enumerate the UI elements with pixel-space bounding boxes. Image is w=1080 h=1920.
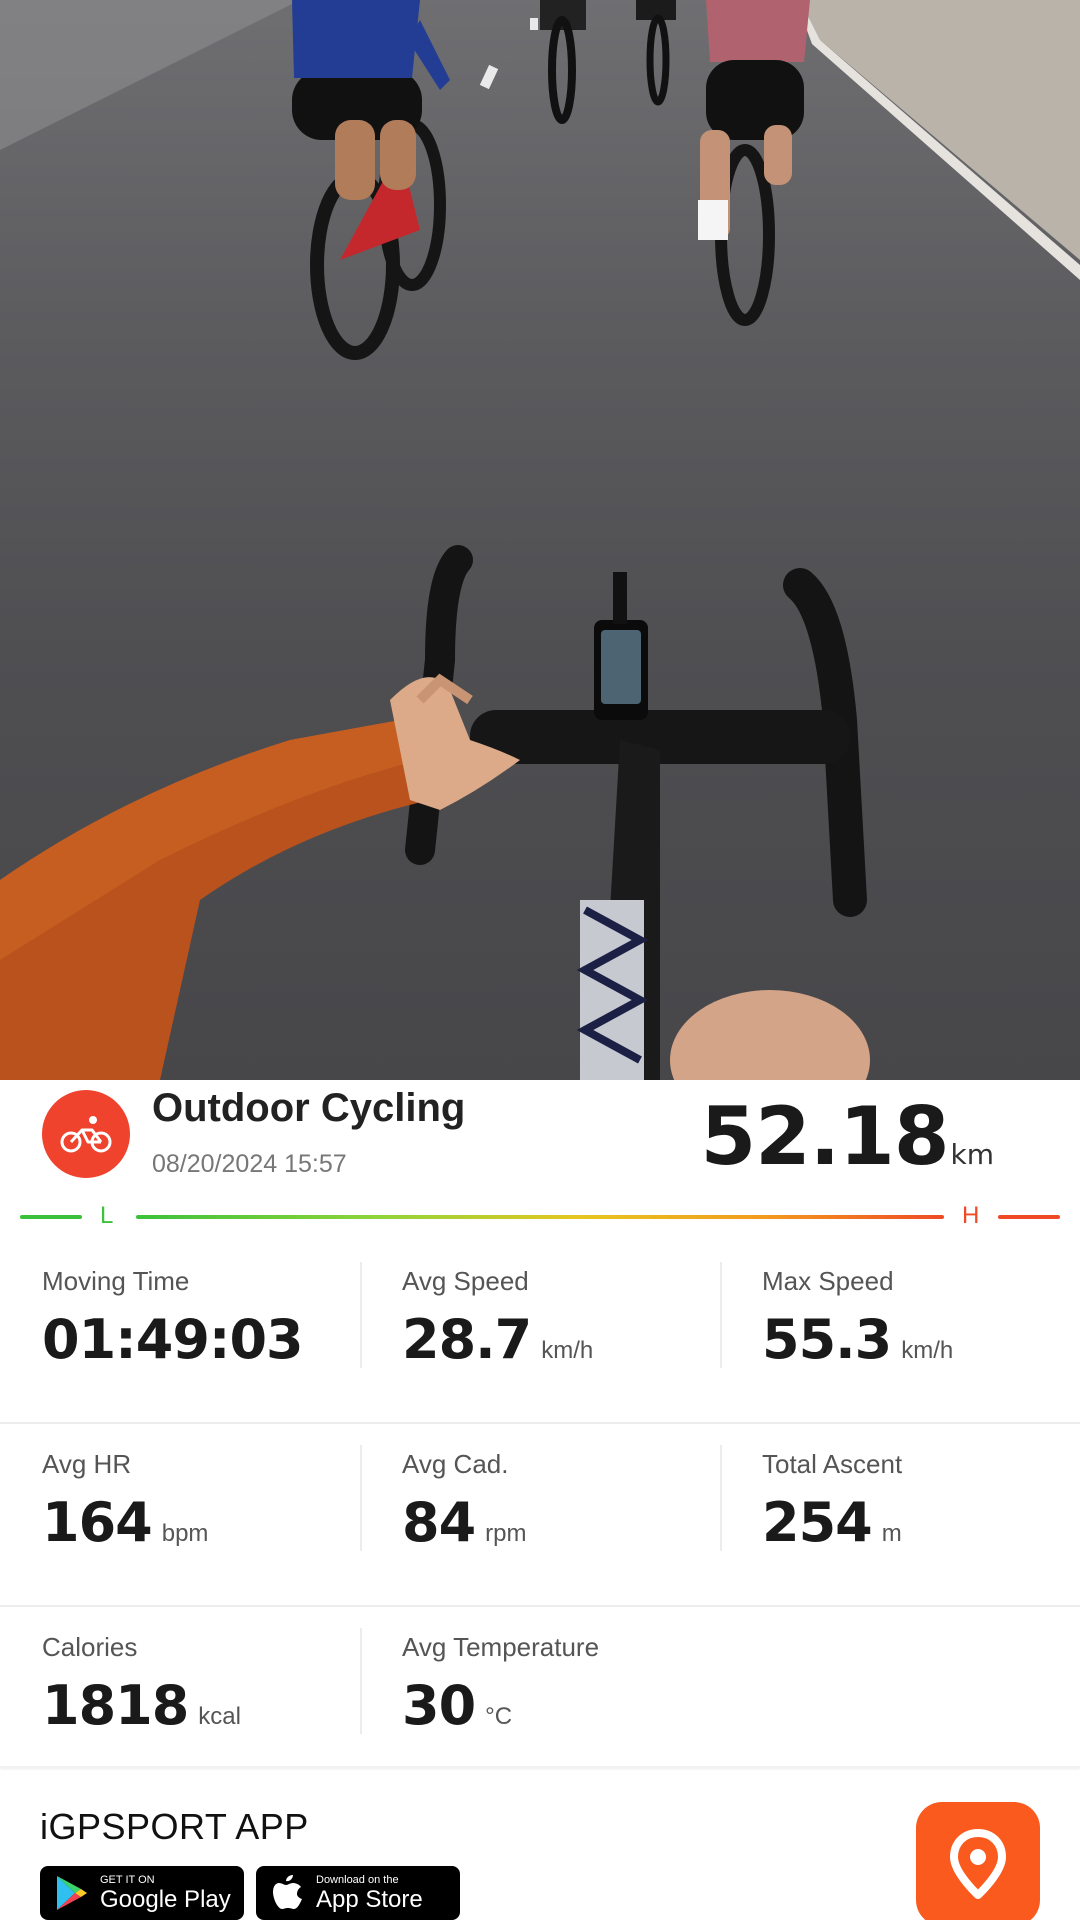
activity-datetime: 08/20/2024 15:57 — [152, 1150, 347, 1178]
stat-label: Calories — [42, 1632, 138, 1662]
google-play-label: Google Play — [100, 1885, 231, 1913]
stat-value: 254 — [762, 1491, 873, 1554]
stat-unit: km/h — [541, 1337, 594, 1364]
stats-row: Avg HR 164 bpm Avg Cad. 84 rpm Total Ascen… — [0, 1425, 1080, 1607]
rider-left — [292, 0, 450, 360]
igpsport-logo[interactable] — [916, 1802, 1040, 1920]
stat-value: 55.3 — [762, 1308, 892, 1371]
stat-value: 28.7 — [402, 1308, 532, 1371]
intensity-low-label: L — [100, 1202, 114, 1229]
cycling-icon — [42, 1090, 130, 1178]
intensity-high-label: H — [962, 1202, 980, 1229]
stat-unit: kcal — [198, 1703, 241, 1730]
intensity-high-segment — [998, 1215, 1060, 1219]
app-name: iGPSPORT APP — [40, 1806, 309, 1847]
google-play-icon — [50, 1871, 94, 1915]
cycling-scene — [0, 0, 1080, 1080]
stat-label: Avg Temperature — [402, 1632, 600, 1662]
stat-unit: rpm — [485, 1520, 527, 1547]
stat-unit: bpm — [161, 1520, 209, 1547]
column-divider — [360, 1262, 362, 1368]
activity-photo — [0, 0, 1080, 1080]
intensity-bar: L H — [20, 1202, 1060, 1232]
stat-label: Max Speed — [762, 1266, 894, 1296]
app-store-button[interactable]: Download on the App Store — [256, 1866, 460, 1920]
stat-label: Moving Time — [42, 1266, 190, 1296]
stat-max-speed: Max Speed 55.3 km/h — [720, 1242, 1080, 1424]
location-pin-icon — [950, 1829, 1006, 1899]
stat-value: 01:49:03 — [42, 1308, 304, 1371]
stat-value: 1818 — [42, 1674, 189, 1737]
stats-row: Moving Time 01:49:03 Avg Speed 28.7 km/h … — [0, 1242, 1080, 1424]
intensity-low-segment — [20, 1215, 82, 1219]
rider-right — [698, 0, 810, 326]
google-play-small-text: GET IT ON — [100, 1873, 155, 1886]
stats-row: Calories 1818 kcal Avg Temperature 30 °C — [0, 1608, 1080, 1790]
cycling-icon-glyph — [60, 1116, 112, 1153]
stat-unit: °C — [485, 1703, 513, 1730]
riders-far — [540, 0, 676, 124]
stat-avg-temperature: Avg Temperature 30 °C — [360, 1608, 720, 1790]
distance-value: 52.18 — [700, 1090, 949, 1183]
stat-avg-speed: Avg Speed 28.7 km/h — [360, 1242, 720, 1424]
stat-calories: Calories 1818 kcal — [0, 1608, 360, 1790]
app-store-small-text: Download on the — [316, 1873, 399, 1886]
total-distance: 52.18 km — [700, 1090, 994, 1183]
stat-label: Avg Cad. — [402, 1449, 509, 1479]
google-play-button[interactable]: GET IT ON Google Play — [40, 1866, 244, 1920]
stat-total-ascent: Total Ascent 254 m — [720, 1425, 1080, 1607]
distance-unit: km — [950, 1138, 995, 1171]
orange-arm — [0, 673, 520, 1080]
activity-title: Outdoor Cycling — [152, 1086, 466, 1130]
stat-moving-time: Moving Time 01:49:03 — [0, 1242, 360, 1424]
stat-value: 164 — [42, 1491, 153, 1554]
apple-icon — [266, 1871, 310, 1915]
stat-label: Avg Speed — [402, 1266, 529, 1296]
stat-value: 84 — [402, 1491, 476, 1554]
app-store-label: App Store — [316, 1885, 423, 1913]
stat-label: Avg HR — [42, 1449, 132, 1479]
column-divider — [360, 1445, 362, 1551]
column-divider — [360, 1628, 362, 1734]
column-divider — [720, 1445, 722, 1551]
stat-label: Total Ascent — [762, 1449, 903, 1479]
stat-avg-cadence: Avg Cad. 84 rpm — [360, 1425, 720, 1607]
stat-value: 30 — [402, 1674, 476, 1737]
column-divider — [720, 1262, 722, 1368]
stat-avg-hr: Avg HR 164 bpm — [0, 1425, 360, 1607]
stat-unit: m — [881, 1520, 902, 1547]
intensity-gradient — [136, 1215, 944, 1219]
stat-unit: km/h — [901, 1337, 954, 1364]
